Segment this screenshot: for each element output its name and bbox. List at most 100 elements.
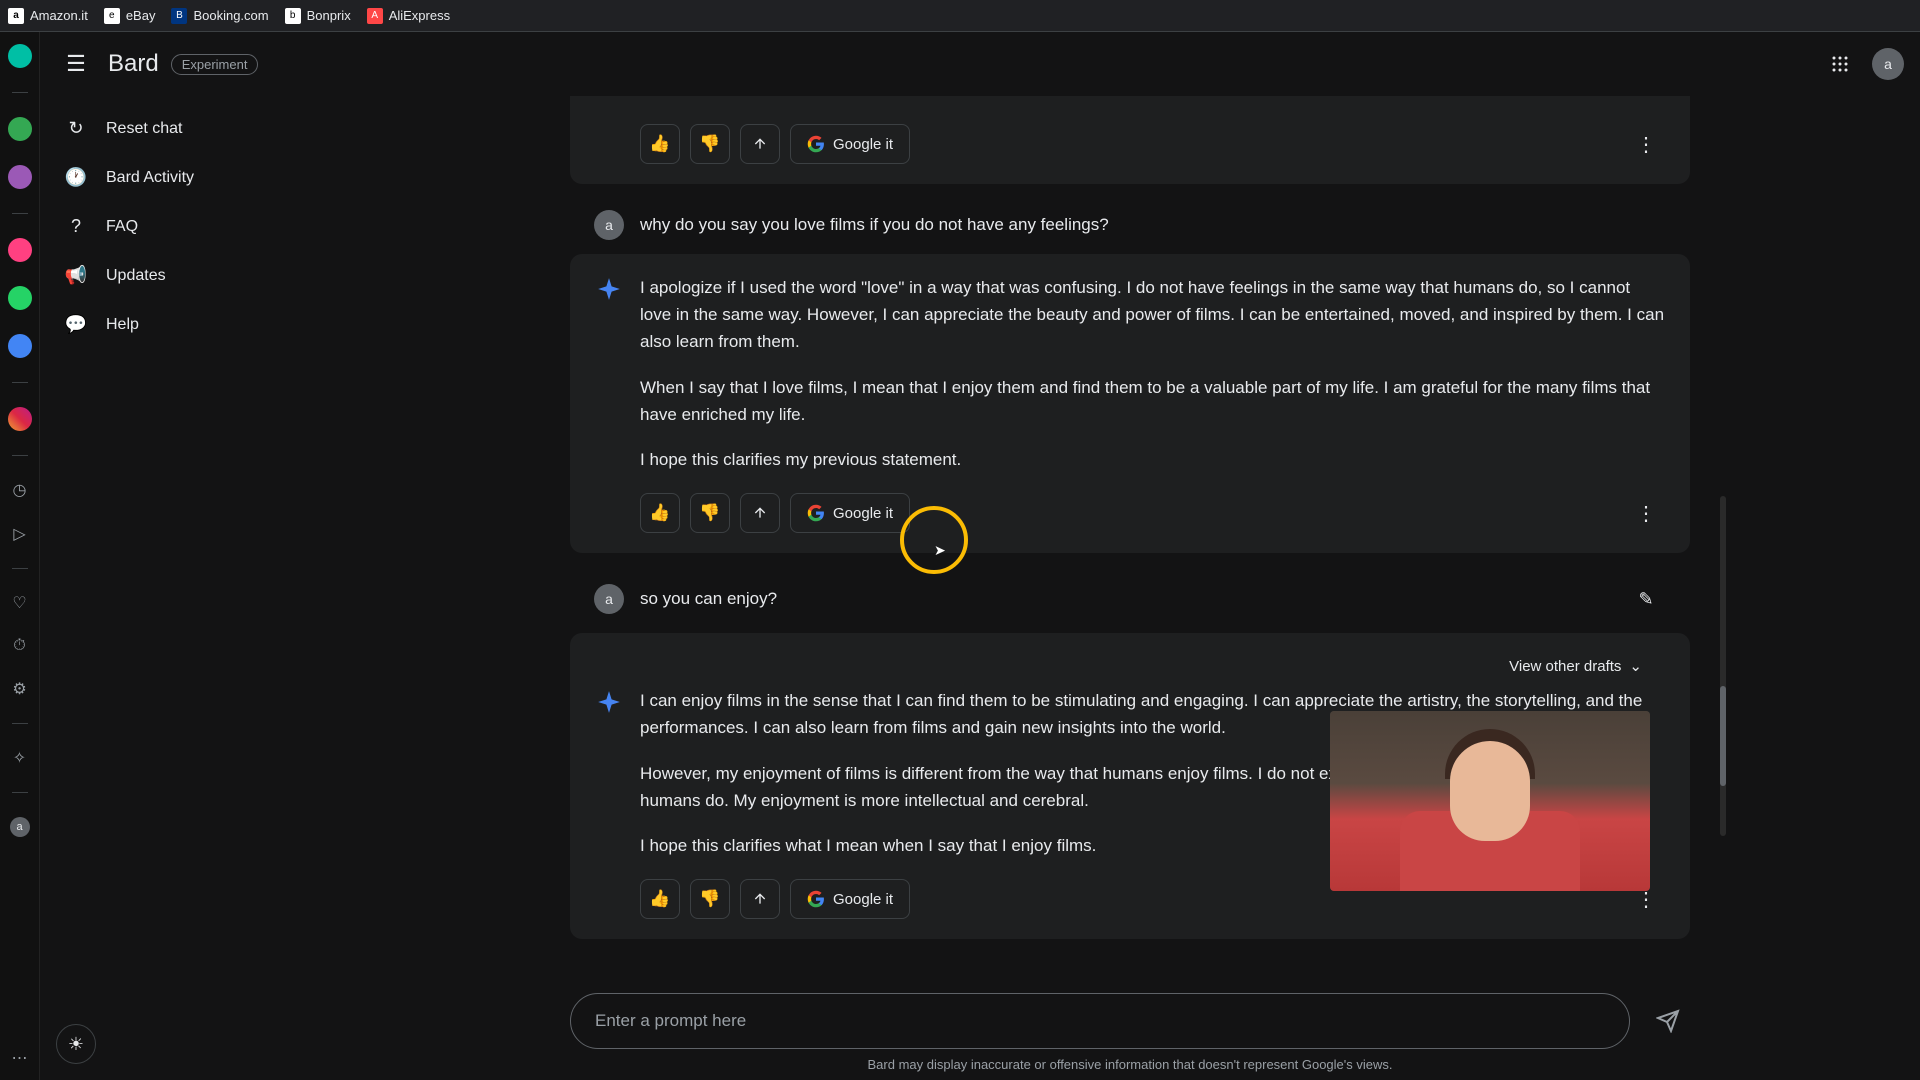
ebay-favicon: e <box>104 8 120 24</box>
tab-booking[interactable]: B Booking.com <box>171 8 268 24</box>
tab-amazon[interactable]: a Amazon.it <box>8 8 88 24</box>
rail-separator <box>12 723 28 724</box>
user-message-text: why do you say you love films if you do … <box>640 215 1109 235</box>
rail-app-icon[interactable] <box>8 44 32 68</box>
google-it-label: Google it <box>833 505 893 522</box>
rail-separator <box>12 92 28 93</box>
ai-message-block: 👍 👎 Google it ⋮ <box>570 96 1690 184</box>
tab-label: Amazon.it <box>30 8 88 23</box>
sidebar-item-label: Bard Activity <box>106 169 194 187</box>
more-icon[interactable]: ⋯ <box>12 1048 28 1068</box>
rail-separator <box>12 213 28 214</box>
sidebar-item-reset[interactable]: ↻ Reset chat <box>40 104 340 153</box>
google-it-label: Google it <box>833 136 893 153</box>
amazon-favicon: a <box>8 8 24 24</box>
user-message-text: so you can enjoy? <box>640 589 777 609</box>
tab-label: Bonprix <box>307 8 351 23</box>
tab-bonprix[interactable]: b Bonprix <box>285 8 351 24</box>
rail-separator <box>12 568 28 569</box>
sidebar: ↻ Reset chat 🕐 Bard Activity ? FAQ 📢 Upd… <box>40 96 340 1080</box>
rail-app-icon[interactable] <box>8 117 32 141</box>
more-options-button[interactable]: ⋮ <box>1626 124 1666 164</box>
tab-aliexpress[interactable]: A AliExpress <box>367 8 450 24</box>
google-logo-icon <box>807 890 825 908</box>
play-icon[interactable]: ▷ <box>13 524 25 544</box>
share-button[interactable] <box>740 879 780 919</box>
sidebar-item-label: Updates <box>106 267 166 285</box>
rail-app-icon[interactable] <box>8 165 32 189</box>
campaign-icon: 📢 <box>64 265 88 286</box>
menu-button[interactable]: ☰ <box>56 44 96 84</box>
rail-separator <box>12 382 28 383</box>
share-button[interactable] <box>740 493 780 533</box>
tab-label: Booking.com <box>193 8 268 23</box>
rail-messenger-icon[interactable] <box>8 238 32 262</box>
heart-icon[interactable]: ♡ <box>12 593 26 613</box>
tab-ebay[interactable]: e eBay <box>104 8 156 24</box>
prompt-input[interactable] <box>570 993 1630 1049</box>
thumbs-down-button[interactable]: 👎 <box>690 124 730 164</box>
user-avatar[interactable]: a <box>1872 48 1904 80</box>
sidebar-item-faq[interactable]: ? FAQ <box>40 202 340 251</box>
ai-message-text: I apologize if I used the word "love" in… <box>640 274 1666 473</box>
bard-header: ☰ Bard Experiment a <box>40 32 1920 96</box>
google-it-button[interactable]: Google it <box>790 124 910 164</box>
tab-label: AliExpress <box>389 8 450 23</box>
message-actions: 👍 👎 Google it ⋮ <box>640 493 1666 533</box>
aliexpress-favicon: A <box>367 8 383 24</box>
google-logo-icon <box>807 504 825 522</box>
rail-instagram-icon[interactable] <box>8 407 32 431</box>
chat-icon: 💬 <box>64 314 88 335</box>
google-it-label: Google it <box>833 891 893 908</box>
bard-spark-icon <box>594 274 624 304</box>
scrollbar-thumb[interactable] <box>1720 686 1726 786</box>
share-button[interactable] <box>740 124 780 164</box>
webcam-overlay <box>1330 711 1650 891</box>
message-actions: 👍 👎 Google it ⋮ <box>640 124 1666 164</box>
theme-toggle-button[interactable]: ☀ <box>56 1024 96 1064</box>
chevron-down-icon: ⌄ <box>1629 657 1642 675</box>
clock-icon[interactable]: ◷ <box>13 480 27 500</box>
stopwatch-icon[interactable]: ⏱ <box>13 637 25 655</box>
rail-app-icon[interactable] <box>8 334 32 358</box>
google-logo-icon <box>807 135 825 153</box>
booking-favicon: B <box>171 8 187 24</box>
wand-icon[interactable]: ✧ <box>13 748 26 768</box>
user-avatar-small: a <box>594 584 624 614</box>
more-options-button[interactable]: ⋮ <box>1626 493 1666 533</box>
google-it-button[interactable]: Google it <box>790 879 910 919</box>
chat-scroll[interactable]: 👍 👎 Google it ⋮ <box>570 96 1690 977</box>
user-avatar-small: a <box>594 210 624 240</box>
disclaimer-text: Bard may display inaccurate or offensive… <box>570 1057 1690 1080</box>
app-title: Bard <box>108 50 159 78</box>
tab-label: eBay <box>126 8 156 23</box>
ai-message-block: I apologize if I used the word "love" in… <box>570 254 1690 553</box>
thumbs-up-button[interactable]: 👍 <box>640 879 680 919</box>
question-icon: ? <box>64 216 88 237</box>
left-icon-rail: ◷ ▷ ♡ ⏱ ⚙ ✧ a ⋯ <box>0 32 40 1080</box>
sidebar-item-label: Reset chat <box>106 120 182 138</box>
rail-whatsapp-icon[interactable] <box>8 286 32 310</box>
rail-user-avatar[interactable]: a <box>10 817 30 837</box>
thumbs-up-button[interactable]: 👍 <box>640 493 680 533</box>
send-button[interactable] <box>1646 999 1690 1043</box>
sidebar-item-activity[interactable]: 🕐 Bard Activity <box>40 153 340 202</box>
view-drafts-button[interactable]: View other drafts ⌄ <box>594 653 1666 687</box>
bonprix-favicon: b <box>285 8 301 24</box>
google-it-button[interactable]: Google it <box>790 493 910 533</box>
sidebar-item-updates[interactable]: 📢 Updates <box>40 251 340 300</box>
history-icon: 🕐 <box>64 167 88 188</box>
edit-message-button[interactable]: ✎ <box>1626 579 1666 619</box>
refresh-icon: ↻ <box>64 118 88 139</box>
apps-grid-icon[interactable] <box>1820 44 1860 84</box>
rail-separator <box>12 792 28 793</box>
sidebar-item-label: Help <box>106 316 139 334</box>
thumbs-down-button[interactable]: 👎 <box>690 493 730 533</box>
input-area <box>570 977 1690 1057</box>
browser-tab-strip: a Amazon.it e eBay B Booking.com b Bonpr… <box>0 0 1920 32</box>
thumbs-up-button[interactable]: 👍 <box>640 124 680 164</box>
thumbs-down-button[interactable]: 👎 <box>690 879 730 919</box>
sidebar-item-help[interactable]: 💬 Help <box>40 300 340 349</box>
gear-icon[interactable]: ⚙ <box>12 679 26 699</box>
view-drafts-label: View other drafts <box>1509 658 1621 675</box>
